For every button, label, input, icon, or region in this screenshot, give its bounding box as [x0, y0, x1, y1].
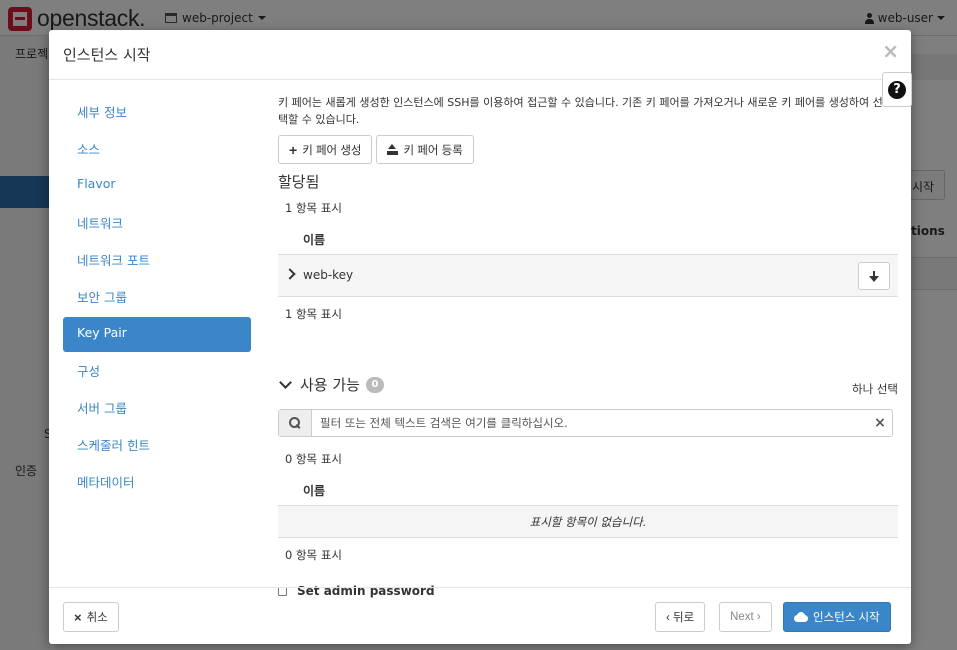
- available-column-name: 이름: [303, 484, 326, 498]
- import-key-pair-button[interactable]: 키 페어 등록: [376, 135, 474, 164]
- allocated-count-top: 1 항목 표시: [285, 201, 342, 215]
- available-count-badge: 0: [365, 376, 384, 393]
- nav-item-flavor[interactable]: Flavor: [63, 168, 251, 205]
- next-button[interactable]: Next ›: [719, 602, 772, 632]
- upload-icon: [387, 144, 399, 155]
- import-key-pair-label: 키 페어 등록: [403, 144, 463, 157]
- search-icon: [289, 417, 301, 429]
- cancel-button[interactable]: × 취소: [63, 602, 119, 632]
- nav-item-server-groups[interactable]: 서버 그룹: [63, 390, 251, 427]
- wizard-nav: 세부 정보 소스 Flavor 네트워크 네트워크 포트 보안 그룹 Key P…: [63, 94, 251, 501]
- nav-item-details[interactable]: 세부 정보: [63, 94, 251, 131]
- key-pair-panel: 키 페어는 새롭게 생성한 인스턴스에 SSH를 이용하여 접근할 수 있습니다…: [278, 94, 898, 598]
- nav-item-configuration[interactable]: 구성: [63, 353, 251, 390]
- plus-icon: +: [289, 141, 298, 158]
- search-input[interactable]: [312, 410, 868, 436]
- nav-item-scheduler-hints[interactable]: 스케줄러 힌트: [63, 427, 251, 464]
- nav-item-network-ports[interactable]: 네트워크 포트: [63, 242, 251, 279]
- select-one-hint: 하나 선택: [852, 382, 898, 396]
- launch-instance-label: 인스턴스 시작: [813, 612, 880, 624]
- cloud-upload-icon: [794, 612, 808, 622]
- nav-item-networks[interactable]: 네트워크: [63, 205, 251, 242]
- launch-instance-button[interactable]: 인스턴스 시작: [783, 602, 891, 632]
- nav-item-metadata[interactable]: 메타데이터: [63, 464, 251, 501]
- available-count-bottom: 0 항목 표시: [285, 548, 342, 562]
- search-icon-box: [279, 410, 312, 436]
- modal-title: 인스턴스 시작: [63, 46, 151, 64]
- key-pair-name: web-key: [303, 268, 354, 282]
- cancel-label: 취소: [86, 612, 108, 624]
- create-key-pair-button[interactable]: + 키 페어 생성: [278, 135, 373, 164]
- chevron-down-icon: [279, 375, 292, 389]
- close-icon[interactable]: ×: [882, 41, 899, 61]
- filter-search: ×: [278, 409, 893, 437]
- arrow-down-icon: [869, 270, 879, 282]
- key-pair-actions: + 키 페어 생성 키 페어 등록: [278, 135, 474, 164]
- available-title: 사용 가능: [300, 376, 360, 394]
- close-icon: ×: [74, 609, 82, 625]
- modal-header: 인스턴스 시작 ×: [49, 30, 911, 80]
- chevron-right-icon[interactable]: [284, 268, 296, 280]
- nav-item-key-pair[interactable]: Key Pair: [63, 317, 251, 352]
- back-button[interactable]: ‹ 뒤로: [655, 602, 706, 632]
- modal-footer: × 취소 ‹ 뒤로 Next › 인스턴스 시작: [49, 587, 911, 644]
- allocated-column-name: 이름: [303, 233, 326, 247]
- nav-item-source[interactable]: 소스: [63, 131, 251, 168]
- deallocate-button[interactable]: [858, 262, 890, 290]
- key-pair-description: 키 페어는 새롭게 생성한 인스턴스에 SSH를 이용하여 접근할 수 있습니다…: [278, 96, 883, 126]
- allocated-count-bottom: 1 항목 표시: [285, 307, 342, 321]
- nav-item-security-groups[interactable]: 보안 그룹: [63, 279, 251, 316]
- launch-instance-modal: 인스턴스 시작 × ? 세부 정보 소스 Flavor 네트워크 네트워크 포트…: [49, 30, 912, 644]
- clear-icon[interactable]: ×: [868, 410, 892, 436]
- available-count-top: 0 항목 표시: [285, 452, 342, 466]
- create-key-pair-label: 키 페어 생성: [302, 144, 362, 157]
- allocated-title: 할당됨: [278, 173, 320, 191]
- table-row[interactable]: web-key: [278, 254, 898, 297]
- empty-message: 표시할 항목이 없습니다.: [278, 505, 898, 538]
- available-header[interactable]: 사용 가능 0: [278, 374, 384, 395]
